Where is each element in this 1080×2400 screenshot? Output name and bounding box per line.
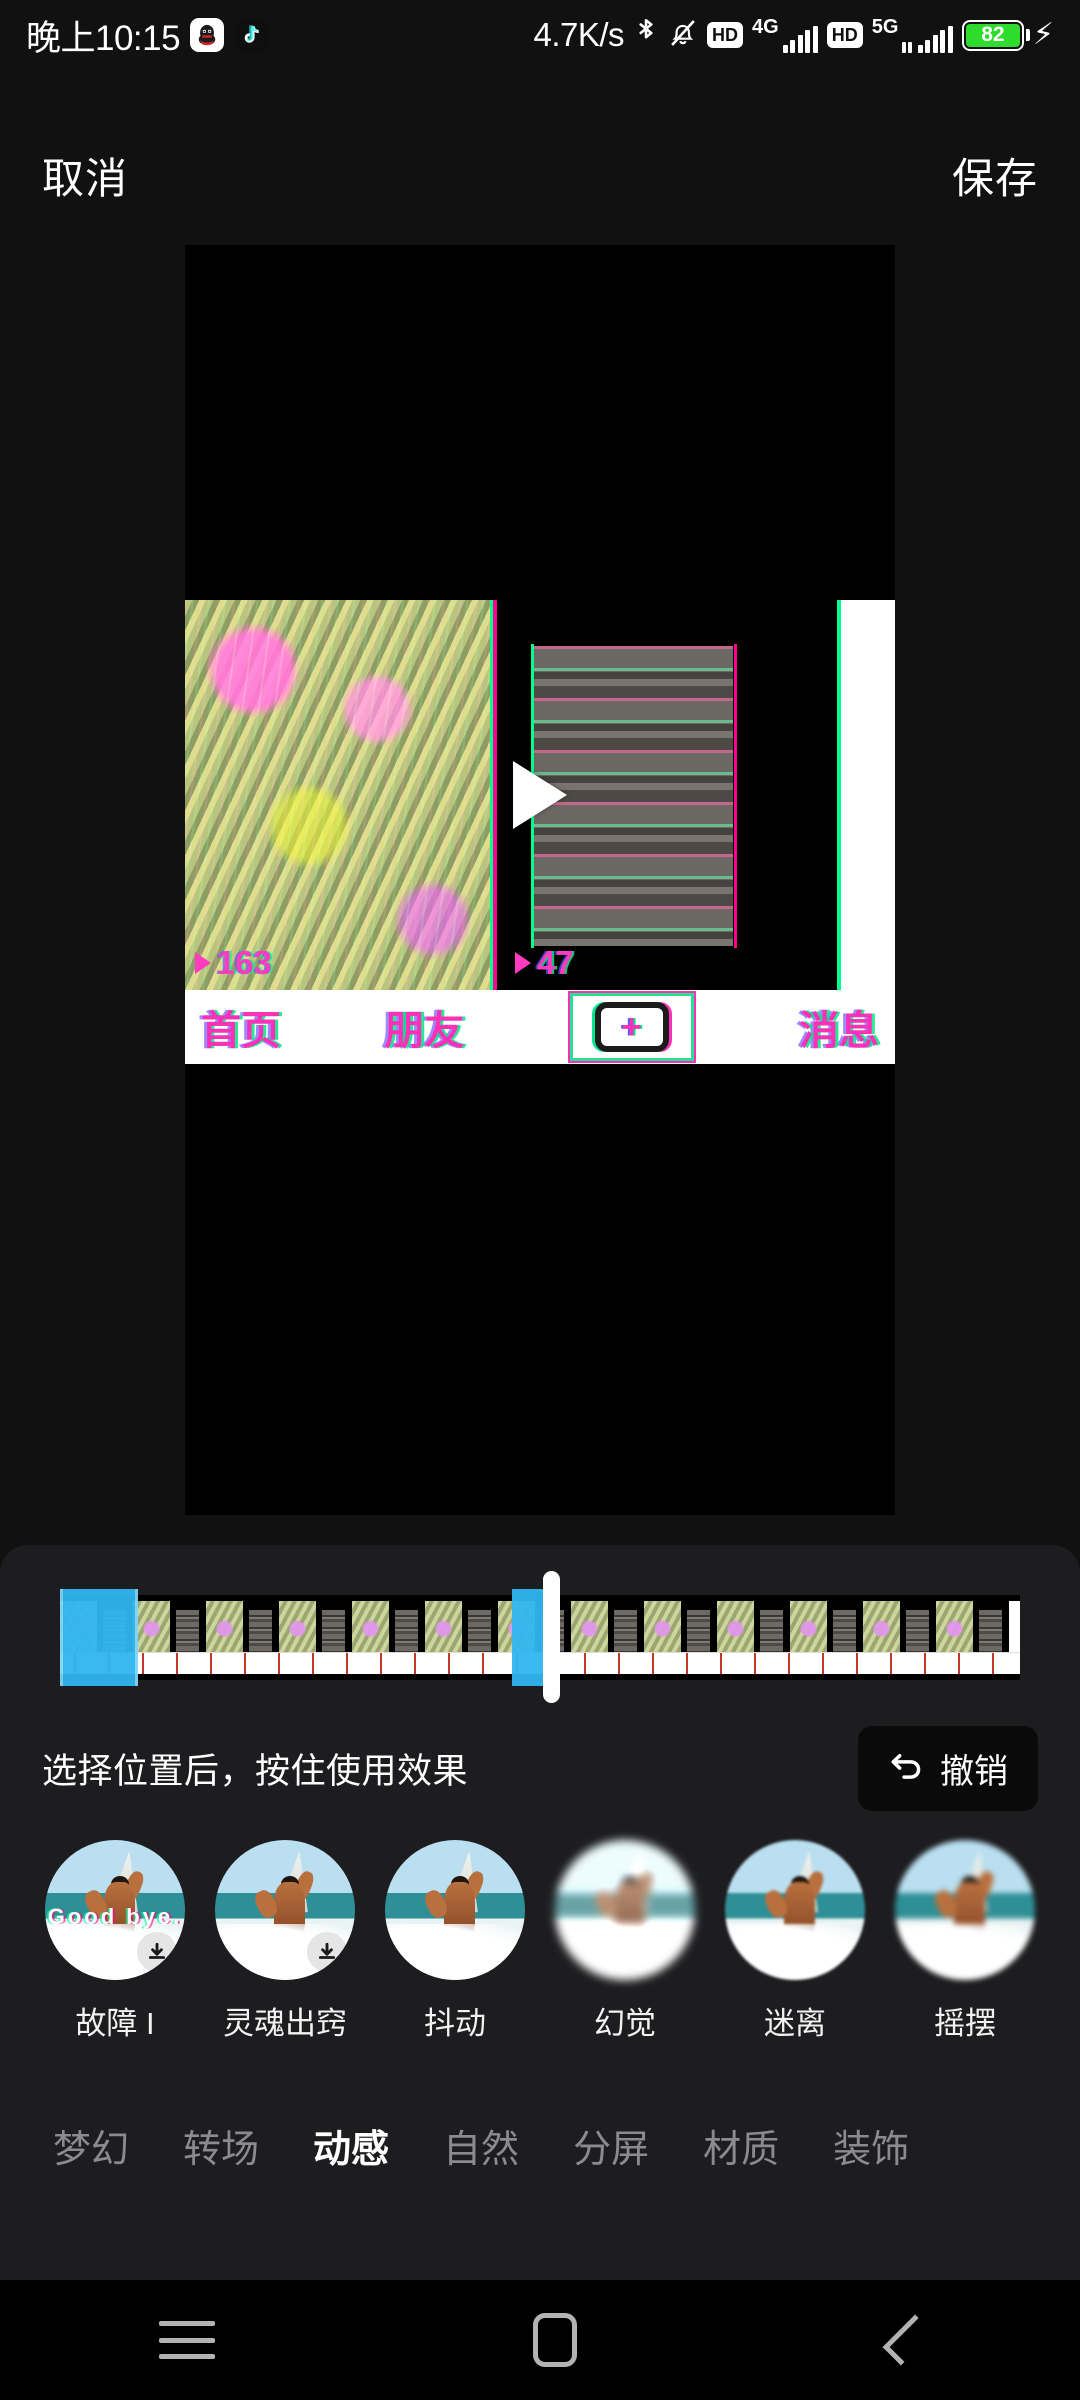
preview-plus-button: +	[567, 991, 696, 1063]
tab-decoration[interactable]: 装饰	[806, 2118, 936, 2173]
network-speed: 4.7K/s	[533, 16, 625, 53]
hd-badge-sim1: HD	[707, 22, 744, 48]
effect-item-blur[interactable]: 迷离	[710, 1840, 880, 2043]
preview-frame: 163 47	[185, 600, 895, 992]
timeline-playhead[interactable]	[543, 1571, 560, 1703]
signal-bars-sim2	[917, 26, 953, 53]
preview-like-count-left: 163	[195, 944, 272, 982]
effect-item-shake[interactable]: 抖动	[370, 1840, 540, 2043]
bluetooth-icon	[633, 16, 659, 55]
effect-thumbnail	[895, 1840, 1035, 1980]
preview-white-strip	[837, 600, 895, 992]
tab-dynamic[interactable]: 动感	[286, 2118, 416, 2173]
signal-sim1: 4G	[752, 17, 818, 53]
effects-sheet: 选择位置后，按住使用效果 撤销 Good bye. 故障 I 灵魂出窍 抖动 幻…	[0, 1545, 1080, 2330]
effect-overlay-text: Good bye.	[47, 1904, 183, 1930]
effect-item-soul-out[interactable]: 灵魂出窍	[200, 1840, 370, 2043]
preview-inner-tabbar: 首页 朋友 + 消息	[185, 990, 895, 1064]
preview-rgb-seam	[490, 600, 497, 992]
plus-icon: +	[594, 1002, 669, 1052]
battery-icon: 82	[961, 19, 1024, 51]
back-icon[interactable]	[882, 2314, 934, 2366]
signal-sim2: 5G	[872, 17, 953, 53]
effect-thumbnail: Good bye.	[45, 1840, 185, 1980]
effect-label: 故障 I	[75, 2006, 155, 2041]
battery-indicator: 82 ⚡	[961, 18, 1054, 51]
effect-category-tabs[interactable]: 梦幻 转场 动感 自然 分屏 材质 装饰	[0, 2090, 1080, 2200]
android-nav-bar	[0, 2280, 1080, 2400]
undo-button[interactable]: 撤销	[858, 1725, 1038, 1811]
network-gen-sim1: 4G	[752, 16, 779, 38]
preview-tab-home: 首页	[201, 1009, 281, 1053]
mute-icon	[668, 17, 698, 54]
effect-label: 灵魂出窍	[223, 2006, 347, 2041]
download-icon[interactable]	[137, 1932, 177, 1972]
app-screen: 晚上10:15 4.7K/s HD 4G HD 5G 82 ⚡ 取消 保存 16…	[0, 0, 1080, 2400]
tab-natural[interactable]: 自然	[416, 2118, 546, 2173]
charging-bolt-icon: ⚡	[1032, 18, 1054, 51]
cancel-button[interactable]: 取消	[42, 145, 128, 206]
play-triangle-icon-2	[515, 952, 531, 974]
effect-label: 幻觉	[594, 2006, 656, 2041]
effect-label: 摇摆	[934, 2006, 996, 2041]
tab-dreamy[interactable]: 梦幻	[26, 2118, 156, 2173]
tab-splitscreen[interactable]: 分屏	[546, 2118, 676, 2173]
preview-tab-messages: 消息	[798, 1009, 879, 1053]
save-button[interactable]: 保存	[952, 145, 1038, 206]
like-count-right-value: 47	[537, 944, 574, 981]
effect-label: 迷离	[764, 2006, 826, 2041]
effect-item-hallucination[interactable]: 幻觉	[540, 1840, 710, 2043]
play-icon[interactable]	[513, 761, 567, 829]
download-icon[interactable]	[307, 1932, 347, 1972]
video-preview[interactable]: 163 47 首页 朋友 + 消息	[185, 245, 895, 1515]
network-gen-sim2: 5G	[871, 16, 899, 38]
effect-thumbnail	[555, 1840, 695, 1980]
data-activity-icon	[902, 42, 912, 53]
recents-icon[interactable]	[159, 2321, 215, 2359]
hint-row: 选择位置后，按住使用效果 撤销	[0, 1720, 1080, 1816]
battery-percent: 82	[965, 23, 1020, 47]
plus-glyph: +	[621, 1008, 642, 1046]
preview-like-count-right: 47	[515, 944, 574, 982]
effect-thumbnail	[385, 1840, 525, 1980]
hint-text: 选择位置后，按住使用效果	[42, 1751, 469, 1791]
preview-left-pane	[185, 600, 495, 990]
editor-top-bar: 取消 保存	[0, 120, 1080, 230]
preview-tab-friends: 朋友	[384, 1009, 465, 1053]
status-bar-left: 晚上10:15	[26, 10, 269, 61]
play-triangle-icon	[195, 952, 211, 974]
status-bar: 晚上10:15 4.7K/s HD 4G HD 5G 82 ⚡	[0, 0, 1080, 70]
like-count-left-value: 163	[217, 944, 273, 981]
tab-transition[interactable]: 转场	[156, 2118, 286, 2173]
undo-label: 撤销	[940, 1752, 1008, 1791]
effect-thumbnail	[215, 1840, 355, 1980]
signal-bars-sim1	[782, 26, 818, 53]
tiktok-icon	[234, 18, 269, 52]
tab-texture[interactable]: 材质	[676, 2118, 806, 2173]
effect-item-sway[interactable]: 摇摆	[880, 1840, 1050, 2043]
undo-arrow-icon	[888, 1747, 926, 1790]
effect-label: 抖动	[424, 2006, 486, 2041]
status-time: 晚上10:15	[26, 18, 181, 58]
effects-list[interactable]: Good bye. 故障 I 灵魂出窍 抖动 幻觉 迷离 摇摆	[0, 1840, 1080, 2060]
hd-badge-sim2: HD	[826, 22, 863, 48]
status-bar-right: 4.7K/s HD 4G HD 5G 82 ⚡	[533, 16, 1054, 55]
battery-cap	[1025, 29, 1030, 41]
effect-item-glitch-1[interactable]: Good bye. 故障 I	[30, 1840, 200, 2043]
timeline-effect-segment-start[interactable]	[60, 1589, 138, 1686]
home-icon[interactable]	[533, 2313, 577, 2367]
qq-icon	[190, 18, 225, 52]
effect-thumbnail	[725, 1840, 865, 1980]
